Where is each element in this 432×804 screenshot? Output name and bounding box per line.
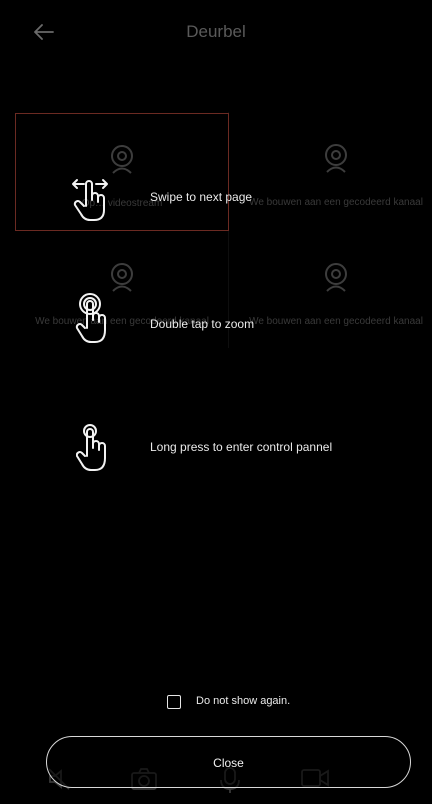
swipe-tip-text: Swipe to next page	[150, 190, 253, 204]
webcam-icon	[325, 144, 347, 173]
webcam-icon	[111, 263, 133, 292]
long-press-tip-text: Long press to enter control pannel	[150, 440, 333, 454]
swipe-gesture-icon	[72, 179, 108, 221]
video-tile-3[interactable]: We bouwen aan een gecodeerd kanaal	[15, 232, 229, 350]
dont-show-again-label[interactable]: Do not show again.	[196, 695, 290, 707]
video-tile-4[interactable]: We bouwen aan een gecodeerd kanaal	[229, 232, 432, 350]
page-title: Deurbel	[186, 22, 246, 41]
webcam-icon	[325, 263, 347, 292]
tile-status-text: We bouwen aan een gecodeerd kanaal	[249, 316, 423, 327]
long-press-gesture-icon	[76, 424, 106, 471]
double-tap-gesture-icon	[75, 293, 106, 343]
double-tap-tip-text: Double tap to zoom	[150, 317, 255, 331]
video-tile-1[interactable]: Op… videostream	[15, 113, 229, 231]
webcam-icon	[111, 145, 133, 174]
dont-show-again-checkbox[interactable]	[167, 695, 181, 709]
video-tile-2[interactable]: We bouwen aan een gecodeerd kanaal	[229, 113, 432, 231]
close-button[interactable]	[46, 736, 411, 788]
tile-status-text: We bouwen aan een gecodeerd kanaal	[249, 197, 423, 208]
